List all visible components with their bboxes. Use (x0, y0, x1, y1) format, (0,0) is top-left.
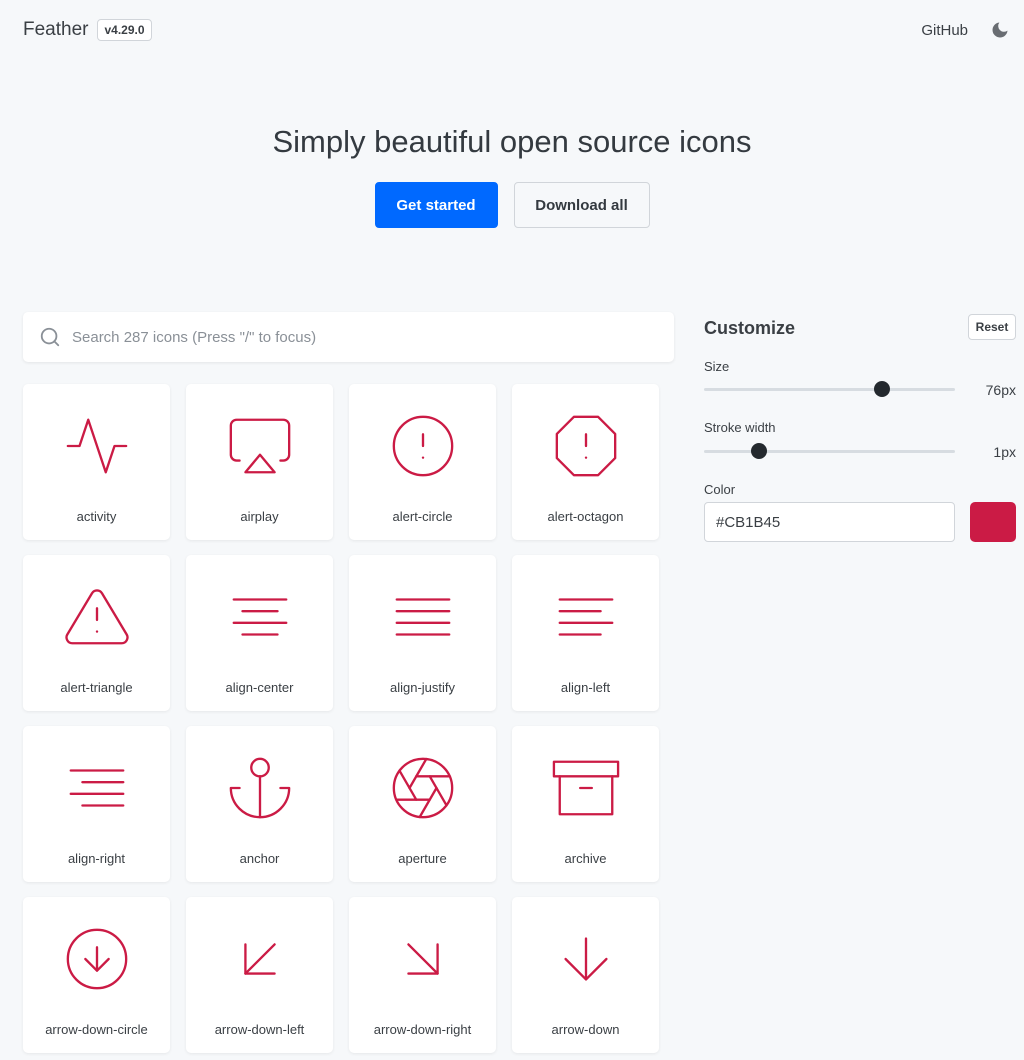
reset-button[interactable]: Reset (968, 314, 1016, 340)
color-swatch[interactable] (970, 502, 1016, 542)
alert-octagon-icon (555, 415, 616, 477)
icon-card-label: align-center (225, 680, 294, 695)
arrow-down-right-icon (406, 943, 439, 975)
icon-card-label: anchor (239, 851, 280, 866)
icon-card-align-left[interactable]: align-left (512, 555, 659, 711)
download-all-button[interactable]: Download all (513, 182, 650, 228)
icon-card-align-right[interactable]: align-right (23, 726, 170, 882)
top-nav: GitHub (921, 18, 1012, 42)
icon-card-label: archive (564, 851, 607, 866)
page: Feather v4.29.0 GitHub Simply beautiful … (0, 0, 1024, 1060)
activity-icon (66, 418, 127, 474)
arrow-down-left-icon (243, 943, 276, 975)
customize-title: Customize (704, 318, 796, 338)
icon-card-arrow-down-circle[interactable]: arrow-down-circle (23, 897, 170, 1053)
icon-card-airplay[interactable]: airplay (186, 384, 333, 540)
alert-triangle-icon (64, 589, 129, 645)
size-value: 76px (985, 382, 1016, 398)
align-center-icon (232, 598, 287, 636)
size-slider-thumb[interactable] (874, 381, 891, 397)
stroke-width-label: Stroke width (704, 420, 776, 435)
arrow-down-circle-icon (66, 928, 127, 990)
icon-card-arrow-down[interactable]: arrow-down (512, 897, 659, 1053)
icon-card-alert-octagon[interactable]: alert-octagon (512, 384, 659, 540)
search-icon (40, 327, 60, 347)
align-left-icon (558, 598, 613, 636)
icon-card-anchor[interactable]: anchor (186, 726, 333, 882)
theme-toggle-button[interactable] (988, 18, 1012, 42)
search-bar[interactable] (23, 312, 674, 362)
icon-card-label: arrow-down-left (214, 1022, 305, 1037)
hero-title: Simply beautiful open source icons (272, 124, 752, 159)
icon-card-label: activity (76, 509, 117, 524)
size-label: Size (704, 359, 730, 374)
size-slider[interactable] (704, 381, 955, 397)
stroke-width-slider-thumb[interactable] (751, 443, 768, 459)
get-started-button[interactable]: Get started (374, 182, 498, 228)
stroke-width-slider[interactable] (704, 443, 955, 459)
icon-card-label: arrow-down (551, 1022, 620, 1037)
aperture-icon (392, 757, 453, 819)
brand: Feather v4.29.0 (23, 19, 152, 41)
icon-card-arrow-down-left[interactable]: arrow-down-left (186, 897, 333, 1053)
icon-card-label: alert-octagon (547, 509, 624, 524)
color-input[interactable] (704, 502, 955, 542)
align-justify-icon (395, 598, 450, 636)
icon-card-label: aperture (398, 851, 447, 866)
hero-actions: Get started Download all (0, 182, 1024, 228)
airplay-icon (229, 418, 290, 474)
icon-card-align-center[interactable]: align-center (186, 555, 333, 711)
icon-card-label: arrow-down-right (373, 1022, 472, 1037)
moon-icon (992, 22, 1008, 38)
github-link[interactable]: GitHub (921, 22, 968, 39)
search-input[interactable] (72, 328, 674, 346)
icon-card-label: alert-circle (392, 509, 453, 524)
icon-card-label: arrow-down-circle (45, 1022, 148, 1037)
icon-card-arrow-down-right[interactable]: arrow-down-right (349, 897, 496, 1053)
icon-card-align-justify[interactable]: align-justify (349, 555, 496, 711)
icon-card-label: align-right (67, 851, 126, 866)
alert-circle-icon (392, 415, 453, 477)
stroke-width-value: 1px (993, 444, 1016, 460)
brand-name[interactable]: Feather (23, 19, 88, 41)
anchor-icon (229, 757, 290, 819)
version-badge[interactable]: v4.29.0 (97, 19, 152, 41)
icon-card-label: alert-triangle (60, 680, 133, 695)
icon-card-activity[interactable]: activity (23, 384, 170, 540)
icon-card-label: align-justify (389, 680, 456, 695)
icon-card-archive[interactable]: archive (512, 726, 659, 882)
icon-card-label: airplay (240, 509, 279, 524)
icon-card-label: align-left (560, 680, 611, 695)
archive-icon (552, 760, 619, 816)
icon-card-aperture[interactable]: aperture (349, 726, 496, 882)
arrow-down-icon (563, 937, 608, 981)
icon-grid: activity airplay alert-circle alert-octagon… (23, 384, 659, 1053)
align-right-icon (69, 769, 124, 807)
icon-card-alert-triangle[interactable]: alert-triangle (23, 555, 170, 711)
icon-card-alert-circle[interactable]: alert-circle (349, 384, 496, 540)
color-label: Color (704, 482, 736, 497)
